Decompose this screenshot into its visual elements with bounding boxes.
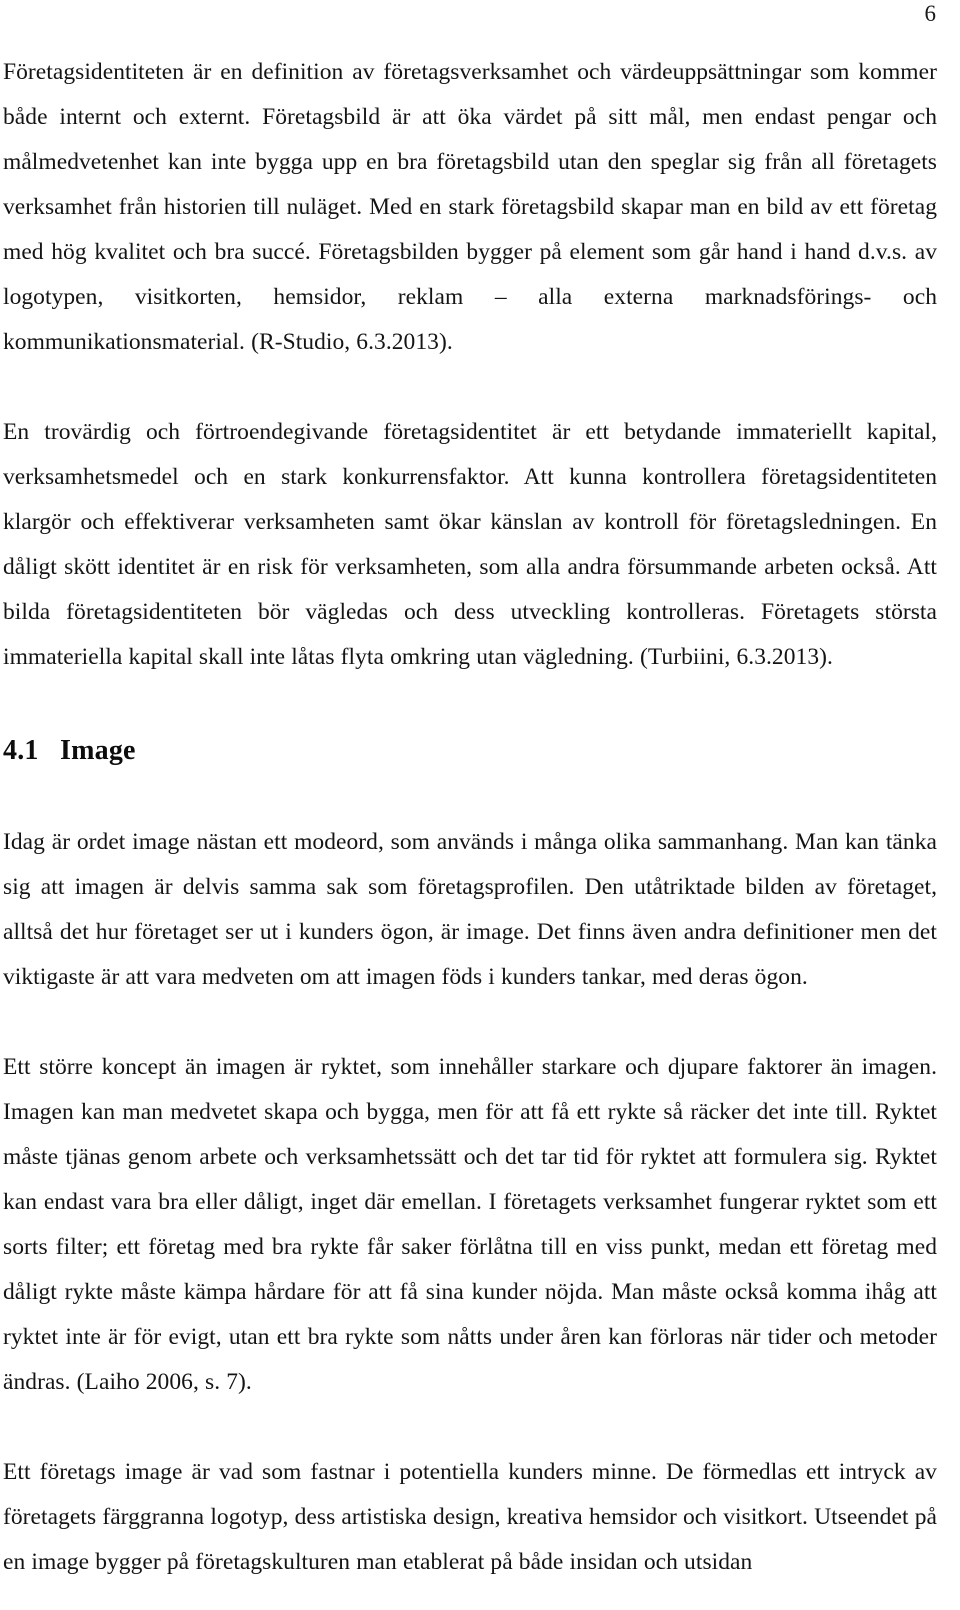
body-text-column: Företagsidentiteten är en definition av … [3, 50, 937, 1585]
section-heading-number: 4.1 [3, 735, 39, 766]
paragraph-5: Ett företags image är vad som fastnar i … [3, 1459, 937, 1575]
paragraph-3: Idag är ordet image nästan ett modeord, … [3, 829, 937, 990]
document-page: 6 Företagsidentiteten är en definition a… [0, 0, 960, 1610]
page-number: 6 [924, 1, 937, 26]
section-heading-title: Image [60, 735, 136, 766]
section-heading-block: 4.1 Image [3, 734, 937, 768]
section-heading: 4.1 Image [3, 734, 937, 768]
paragraph-1: Företagsidentiteten är en definition av … [3, 59, 937, 355]
paragraph-2: En trovärdig och förtroendegivande föret… [3, 419, 937, 670]
paragraph-4: Ett större koncept än imagen är ryktet, … [3, 1054, 937, 1395]
